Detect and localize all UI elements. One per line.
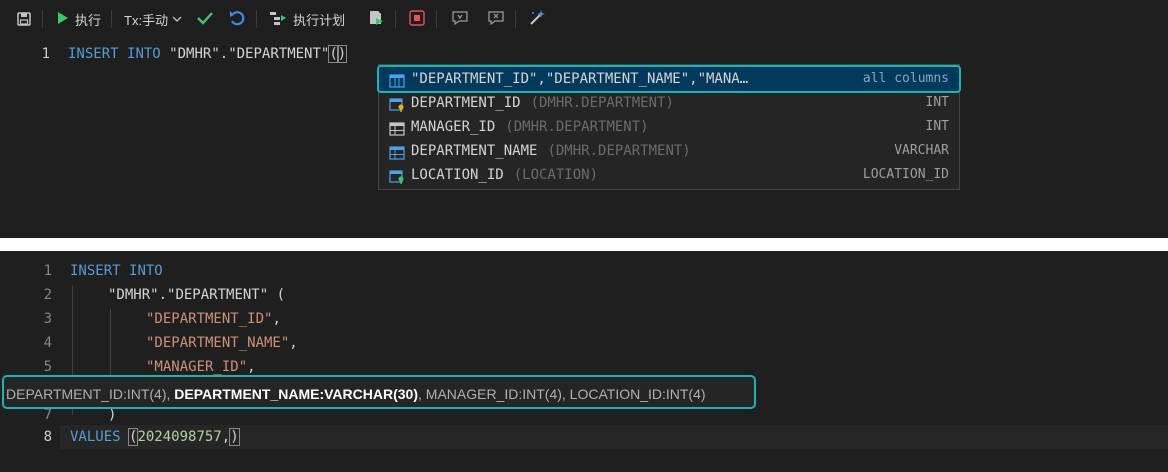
keyword: INSERT — [68, 46, 119, 62]
keyword: INTO — [127, 46, 161, 62]
suggestion-label: DEPARTMENT_ID — [411, 95, 521, 111]
column-name: "MANAGER_ID" — [146, 359, 248, 375]
close-paren: ) — [229, 428, 240, 446]
column-name: "DEPARTMENT_ID" — [146, 311, 273, 327]
param-hint-before: DEPARTMENT_ID:INT(4), — [6, 386, 175, 402]
suggestion-label: LOCATION_ID — [411, 167, 504, 183]
code-line: "DMHR"."DEPARTMENT" ( — [108, 283, 285, 307]
check-icon — [196, 10, 214, 29]
format-button[interactable] — [522, 7, 552, 31]
key-column-icon — [389, 96, 405, 112]
number-literal: 2024098757 — [137, 429, 222, 445]
save-icon[interactable] — [10, 7, 38, 31]
magic-wand-icon — [528, 9, 546, 30]
tx-mode-label: Tx:手动 — [124, 12, 169, 28]
param-hint-active: DEPARTMENT_NAME:VARCHAR(30) — [174, 386, 418, 402]
suggestion-item-all-columns[interactable]: "DEPARTMENT_ID","DEPARTMENT_NAME","MANA…… — [377, 65, 961, 93]
uncomment-icon — [487, 10, 505, 29]
toolbar-separator — [436, 10, 438, 28]
comma: , — [221, 429, 231, 445]
dot: . — [219, 46, 229, 62]
line-number: 2 — [43, 287, 52, 303]
keyword: INSERT — [70, 263, 121, 279]
autocomplete-popup: "DEPARTMENT_ID","DEPARTMENT_NAME","MANA…… — [377, 64, 961, 190]
suggestion-type: INT — [925, 95, 949, 110]
suggestion-type: LOCATION_ID — [862, 167, 949, 182]
suggestion-description: (DMHR.DEPARTMENT) — [505, 119, 649, 135]
uncomment-button[interactable] — [481, 7, 511, 31]
explain-plan-button[interactable]: 执行计划 — [263, 7, 351, 31]
suggestion-type: VARCHAR — [894, 143, 949, 158]
toolbar-separator — [256, 10, 258, 28]
column-icon — [389, 120, 405, 136]
toolbar: 执行 Tx:手动 执行计划 — [0, 0, 1168, 38]
keyword: VALUES — [70, 429, 121, 445]
table-name: "DEPARTMENT" — [228, 46, 330, 62]
comma: , — [272, 311, 281, 327]
suggestion-item-department-id[interactable]: DEPARTMENT_ID (DMHR.DEPARTMENT) INT — [379, 91, 959, 115]
suggestion-description: (DMHR.DEPARTMENT) — [530, 95, 674, 111]
toolbar-separator — [42, 10, 43, 28]
suggestion-item-department-name[interactable]: DEPARTMENT_NAME (DMHR.DEPARTMENT) VARCHA… — [379, 139, 959, 163]
table-name: "DEPARTMENT" — [167, 287, 269, 303]
run-button[interactable]: 执行 — [49, 7, 107, 31]
play-icon — [55, 11, 69, 28]
suggestion-item-manager-id[interactable]: MANAGER_ID (DMHR.DEPARTMENT) INT — [379, 115, 959, 139]
suggestion-label: DEPARTMENT_NAME — [411, 143, 538, 159]
toolbar-separator — [111, 10, 113, 28]
transaction-mode-dropdown[interactable]: Tx:手动 — [118, 7, 188, 31]
plan-icon — [269, 10, 287, 29]
script-run-icon — [367, 9, 385, 30]
suggestion-label: MANAGER_ID — [411, 119, 496, 135]
line-number: 4 — [43, 335, 52, 351]
code-line: VALUES (2024098757,) — [70, 425, 240, 449]
key-column-icon — [389, 168, 405, 184]
undo-icon — [228, 9, 246, 30]
schema-name: "DMHR" — [108, 287, 159, 303]
plan-label: 执行计划 — [293, 12, 346, 28]
line-number: 1 — [41, 46, 50, 62]
sql-editor-bottom[interactable]: 1 2 3 4 5 7 8 INSERT INTO "DMHR"."DEPART… — [0, 251, 1168, 472]
code-line: "DEPARTMENT_ID", — [146, 307, 281, 331]
comment-button[interactable] — [445, 7, 475, 31]
comma: , — [289, 335, 298, 351]
close-paren: ) — [336, 45, 348, 63]
comment-icon — [451, 10, 469, 29]
line-number: 8 — [43, 429, 52, 445]
rollback-button[interactable] — [222, 7, 252, 31]
suggestion-label: "DEPARTMENT_ID","DEPARTMENT_NAME","MANA… — [411, 71, 749, 87]
suggestion-type: INT — [925, 119, 949, 134]
run-script-button[interactable] — [361, 7, 391, 31]
toolbar-separator — [515, 10, 517, 28]
section-divider — [0, 238, 1168, 251]
column-icon — [389, 144, 405, 160]
stop-button[interactable] — [402, 7, 432, 31]
line-number: 3 — [43, 311, 52, 327]
schema-name: "DMHR" — [169, 46, 220, 62]
param-hint-after: , MANAGER_ID:INT(4), LOCATION_ID:INT(4) — [418, 386, 706, 402]
suggestion-type: all columns — [862, 71, 949, 86]
comma: , — [247, 359, 256, 375]
suggestion-description: (DMHR.DEPARTMENT) — [547, 143, 691, 159]
keyword: INTO — [129, 263, 163, 279]
code-line: INSERT INTO "DMHR"."DEPARTMENT"() — [68, 42, 348, 66]
code-line: "DEPARTMENT_NAME", — [146, 331, 298, 355]
run-label: 执行 — [75, 12, 102, 28]
toolbar-separator — [395, 10, 397, 28]
suggestion-item-location-id[interactable]: LOCATION_ID (LOCATION) LOCATION_ID — [379, 163, 959, 187]
suggestion-description: (LOCATION) — [513, 167, 599, 183]
stop-icon — [408, 9, 426, 30]
open-paren: ( — [268, 287, 286, 303]
parameter-hint-tooltip: DEPARTMENT_ID:INT(4), DEPARTMENT_NAME:VA… — [2, 375, 756, 409]
chevron-down-icon — [172, 12, 182, 27]
dot: . — [158, 287, 168, 303]
line-number: 1 — [43, 263, 52, 279]
code-line: INSERT INTO — [70, 259, 163, 283]
column-name: "DEPARTMENT_NAME" — [146, 335, 290, 351]
columns-icon — [389, 72, 405, 88]
open-paren: ( — [328, 45, 339, 63]
commit-button[interactable] — [190, 7, 220, 31]
